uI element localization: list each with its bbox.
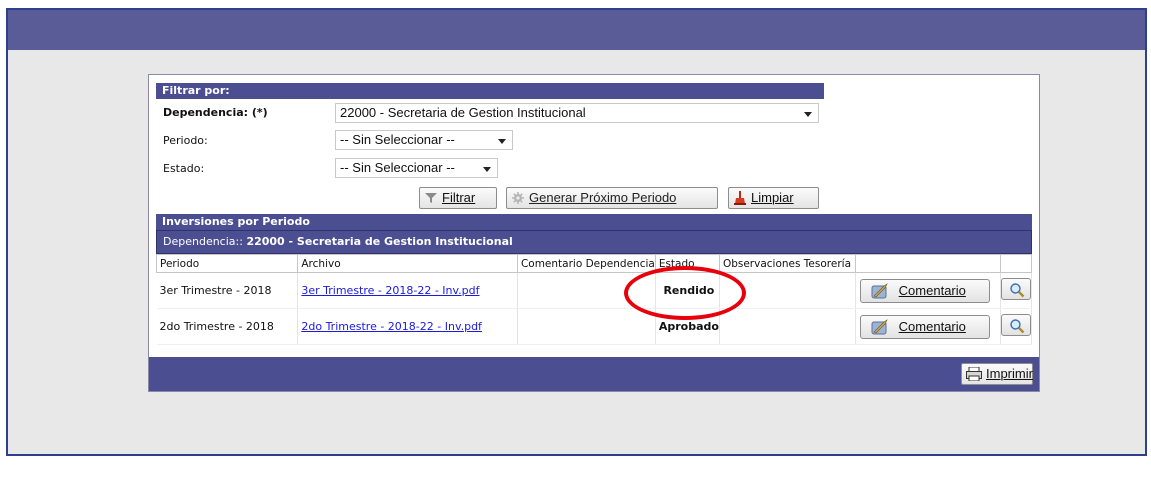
inversiones-table: Periodo Archivo Comentario Dependencia E…: [155, 254, 1033, 345]
dependencia-label: Dependencia: (*): [163, 106, 268, 119]
column-header-observaciones[interactable]: Observaciones Tesorería: [718, 254, 856, 273]
dependencia-value: 22000 - Secretaria de Gestion Institucio…: [340, 105, 586, 120]
dependencia-group-bar: Dependencia:: 22000 - Secretaria de Gest…: [156, 230, 1032, 254]
periodo-value: -- Sin Seleccionar --: [340, 132, 455, 147]
column-header-comentario[interactable]: Comentario Dependencia: [516, 254, 656, 273]
periodo-select[interactable]: -- Sin Seleccionar --: [335, 130, 513, 150]
magnifier-icon: [1010, 283, 1025, 298]
dependencia-group-value: 22000 - Secretaria de Gestion Institucio…: [246, 235, 513, 248]
periodo-cell: 3er Trimestre - 2018: [156, 272, 299, 309]
column-header-periodo[interactable]: Periodo: [155, 254, 299, 273]
highlight-circle: [624, 266, 746, 320]
comentario-button-label: Comentario: [898, 318, 966, 334]
printer-icon: [966, 367, 982, 381]
column-header-blank: [854, 254, 1001, 273]
comentario-cell: [517, 308, 656, 345]
comentario-button-label: Comentario: [898, 282, 966, 298]
comentario-button[interactable]: Comentario: [859, 314, 990, 339]
main-panel: Filtrar por: Dependencia: (*) 22000 - Se…: [148, 74, 1040, 392]
ver-action-cell: [1000, 272, 1033, 309]
archivo-link[interactable]: 3er Trimestre - 2018-22 - Inv.pdf: [301, 284, 479, 297]
filtrar-label: Filtrar: [442, 190, 476, 205]
comentario-button[interactable]: Comentario: [859, 278, 990, 303]
inversiones-header: Inversiones por Periodo: [156, 214, 1032, 230]
table-row: 3er Trimestre - 2018 3er Trimestre - 201…: [156, 272, 1033, 309]
generar-label: Generar Próximo Periodo: [529, 190, 677, 205]
archivo-cell: 3er Trimestre - 2018-22 - Inv.pdf: [297, 272, 518, 309]
column-header-archivo[interactable]: Archivo: [297, 254, 518, 273]
periodo-label: Periodo:: [163, 134, 208, 147]
imprimir-button[interactable]: Imprimir: [961, 363, 1033, 385]
app-window: Filtrar por: Dependencia: (*) 22000 - Se…: [6, 8, 1147, 456]
edit-comment-icon: [871, 318, 888, 334]
funnel-icon: [425, 193, 437, 203]
ver-action-cell: [1000, 308, 1033, 345]
gear-icon: [512, 192, 524, 204]
limpiar-button[interactable]: Limpiar: [728, 187, 819, 209]
ver-detalle-button[interactable]: [1000, 314, 1031, 336]
comentario-action-cell: Comentario: [855, 308, 1001, 345]
estado-select[interactable]: -- Sin Seleccionar --: [335, 158, 498, 178]
chevron-down-icon: [804, 112, 812, 117]
chevron-down-icon: [498, 139, 506, 144]
filtrar-button[interactable]: Filtrar: [419, 187, 497, 209]
magnifier-icon: [1010, 319, 1025, 334]
edit-comment-icon: [871, 282, 888, 298]
footer-bar: Imprimir: [149, 357, 1039, 391]
dependencia-group-prefix: Dependencia::: [163, 235, 247, 248]
filter-header: Filtrar por:: [156, 83, 824, 99]
limpiar-label: Limpiar: [751, 190, 794, 205]
broom-icon: [734, 191, 746, 205]
imprimir-label: Imprimir: [986, 366, 1033, 381]
comentario-action-cell: Comentario: [855, 272, 1001, 309]
dependencia-select[interactable]: 22000 - Secretaria de Gestion Institucio…: [335, 103, 819, 123]
estado-label: Estado:: [163, 162, 205, 175]
chevron-down-icon: [483, 167, 491, 172]
archivo-link[interactable]: 2do Trimestre - 2018-22 - Inv.pdf: [301, 320, 482, 333]
archivo-cell: 2do Trimestre - 2018-22 - Inv.pdf: [297, 308, 518, 345]
estado-value: -- Sin Seleccionar --: [340, 160, 455, 175]
generar-proximo-periodo-button[interactable]: Generar Próximo Periodo: [506, 187, 718, 209]
periodo-cell: 2do Trimestre - 2018: [156, 308, 299, 345]
ver-detalle-button[interactable]: [1000, 278, 1031, 300]
column-header-blank: [999, 254, 1033, 273]
table-row: 2do Trimestre - 2018 2do Trimestre - 201…: [156, 308, 1033, 345]
top-banner: [8, 10, 1145, 50]
observaciones-cell: [719, 308, 856, 345]
table-header-row: Periodo Archivo Comentario Dependencia E…: [155, 254, 1033, 273]
